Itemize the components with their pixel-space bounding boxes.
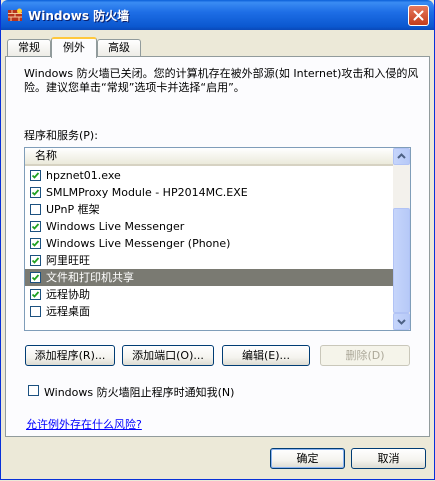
tab-advanced[interactable]: 高级: [97, 39, 141, 57]
exception-checkbox[interactable]: [30, 306, 41, 317]
column-header-label: 名称: [35, 149, 57, 162]
list-item[interactable]: 远程协助: [25, 286, 393, 303]
ok-button[interactable]: 确定: [270, 448, 345, 469]
edit-button[interactable]: 编辑(E)...: [222, 345, 310, 366]
exceptions-risk-link[interactable]: 允许例外存在什么风险?: [26, 416, 142, 432]
exception-label: Windows Live Messenger (Phone): [46, 237, 231, 250]
exception-label: 文件和打印机共享: [46, 271, 134, 284]
check-icon: [31, 291, 40, 298]
exception-checkbox[interactable]: [30, 204, 41, 215]
add-port-button[interactable]: 添加端口(O)...: [122, 345, 214, 366]
programs-services-label: 程序和服务(P):: [24, 129, 98, 142]
exception-label: 远程桌面: [46, 305, 90, 318]
list-item[interactable]: UPnP 框架: [25, 201, 393, 218]
exception-label: 远程协助: [46, 288, 90, 301]
exception-checkbox[interactable]: [30, 221, 41, 232]
list-item[interactable]: hpznet01.exe: [25, 167, 393, 184]
check-icon: [31, 172, 40, 179]
list-scrollbar[interactable]: [393, 148, 410, 330]
check-icon: [31, 189, 40, 196]
firewall-dialog: Windows 防火墙 常规 例外 高级 Windows 防火墙已关闭。您的计算…: [0, 0, 435, 480]
check-icon: [31, 257, 40, 264]
chevron-up-icon: [397, 153, 406, 159]
close-button[interactable]: [408, 5, 429, 26]
tab-label: 常规: [18, 41, 40, 54]
column-header-name[interactable]: 名称: [25, 148, 393, 166]
list-item[interactable]: 远程桌面: [25, 303, 393, 320]
close-icon: [413, 10, 424, 21]
firewall-status-description: Windows 防火墙已关闭。您的计算机存在被外部源(如 Internet)攻击…: [24, 67, 419, 94]
exception-checkbox[interactable]: [30, 272, 41, 283]
exceptions-panel: Windows 防火墙已关闭。您的计算机存在被外部源(如 Internet)攻击…: [5, 56, 430, 437]
chevron-down-icon: [397, 319, 406, 325]
exception-checkbox[interactable]: [30, 238, 41, 249]
tab-label: 高级: [108, 41, 130, 54]
notify-label: Windows 防火墙阻止程序时通知我(N): [44, 386, 235, 399]
exception-checkbox[interactable]: [30, 289, 41, 300]
exception-label: Windows Live Messenger: [46, 220, 185, 233]
title-bar[interactable]: Windows 防火墙: [1, 0, 434, 30]
list-item[interactable]: Windows Live Messenger: [25, 218, 393, 235]
scroll-up-button[interactable]: [393, 148, 410, 165]
exception-label: hpznet01.exe: [46, 169, 121, 182]
tab-label: 例外: [63, 41, 85, 54]
cancel-button[interactable]: 取消: [351, 448, 426, 469]
check-icon: [31, 274, 40, 281]
add-program-button[interactable]: 添加程序(R)...: [25, 345, 115, 366]
list-item[interactable]: 阿里旺旺: [25, 252, 393, 269]
check-icon: [31, 223, 40, 230]
tab-general[interactable]: 常规: [7, 39, 51, 57]
exception-label: 阿里旺旺: [46, 254, 90, 267]
exception-checkbox[interactable]: [30, 255, 41, 266]
notify-checkbox[interactable]: [28, 385, 39, 396]
list-item[interactable]: Windows Live Messenger (Phone): [25, 235, 393, 252]
exception-checkbox[interactable]: [30, 170, 41, 181]
programs-services-list[interactable]: 名称 hpznet01.exe SMLMProxy Module - HP2014…: [24, 147, 411, 331]
window-title: Windows 防火墙: [28, 9, 130, 23]
exception-label: UPnP 框架: [46, 203, 100, 216]
scroll-thumb[interactable]: [393, 208, 410, 313]
check-icon: [31, 240, 40, 247]
tab-exceptions[interactable]: 例外: [51, 37, 97, 58]
exception-checkbox[interactable]: [30, 187, 41, 198]
scroll-down-button[interactable]: [393, 313, 410, 330]
list-item[interactable]: 文件和打印机共享: [25, 269, 393, 286]
delete-button[interactable]: 删除(D): [320, 345, 410, 366]
list-rows: hpznet01.exe SMLMProxy Module - HP2014MC.…: [25, 167, 393, 320]
list-item[interactable]: SMLMProxy Module - HP2014MC.EXE: [25, 184, 393, 201]
exception-label: SMLMProxy Module - HP2014MC.EXE: [46, 186, 248, 199]
firewall-brick-icon: [7, 7, 23, 23]
